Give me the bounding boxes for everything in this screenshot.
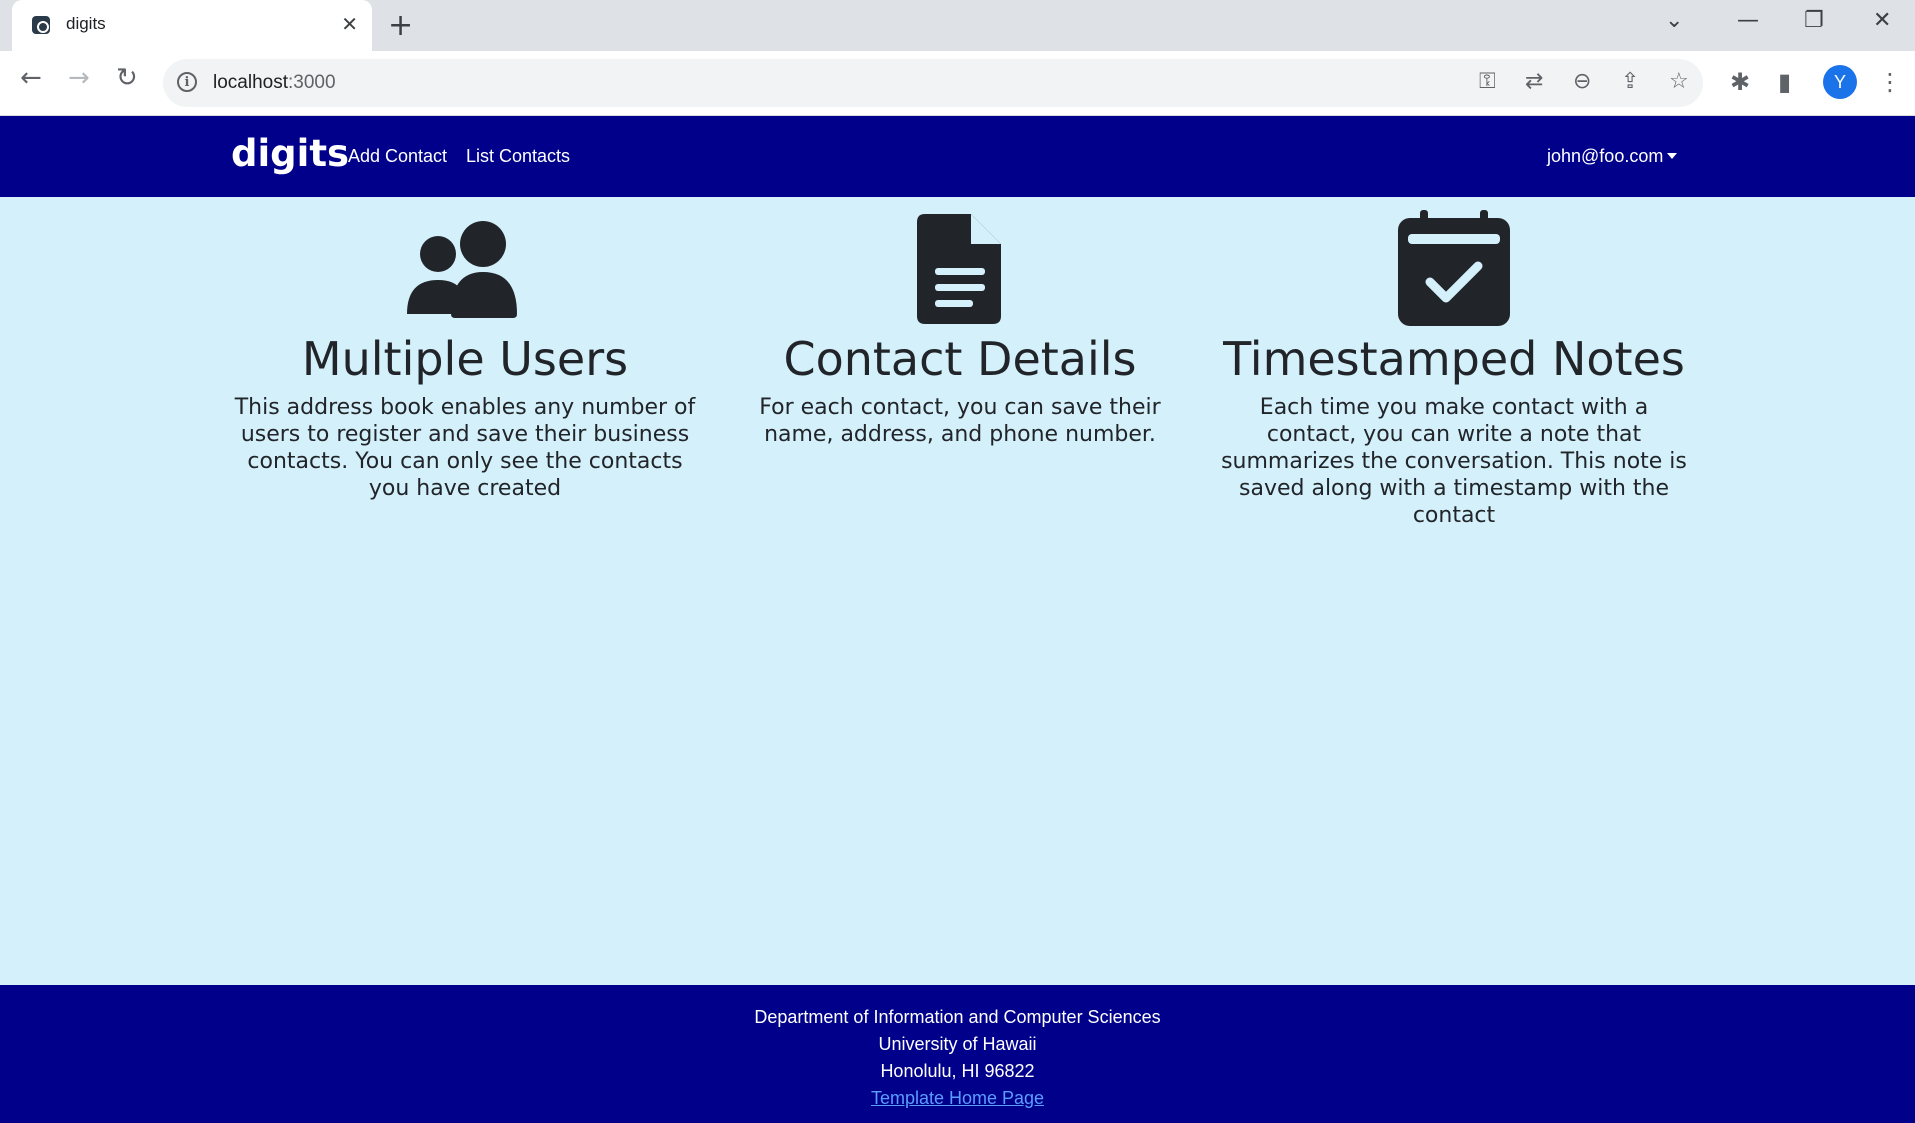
favicon-icon (32, 16, 50, 34)
user-dropdown[interactable]: john@foo.com (1547, 146, 1678, 167)
footer-address: Honolulu, HI 96822 (880, 1061, 1035, 1081)
feature-text: This address book enables any number of … (234, 395, 696, 501)
zoom-out-icon[interactable]: ⊖ (1573, 69, 1591, 94)
footer-university: University of Hawaii (878, 1034, 1037, 1054)
tab-search-icon[interactable]: ⌄ (1665, 8, 1683, 33)
feature-text: Each time you make contact with a contac… (1221, 395, 1687, 528)
profile-avatar[interactable]: Y (1823, 65, 1857, 99)
caret-down-icon (1667, 153, 1678, 159)
brand-logo[interactable]: digits (231, 132, 349, 175)
key-icon[interactable]: ⚿ (1479, 69, 1496, 94)
nav-list-contacts[interactable]: List Contacts (466, 146, 570, 167)
feature-contact-details: Contact Details For each contact, you ca… (725, 210, 1195, 448)
document-icon (917, 214, 1001, 324)
calendar-check-icon (1398, 210, 1510, 326)
bookmark-star-icon[interactable]: ☆ (1669, 69, 1689, 94)
browser-tab[interactable]: digits ✕ (12, 0, 372, 51)
feature-title: Timestamped Notes (1223, 332, 1685, 386)
page-footer: Department of Information and Computer S… (0, 985, 1915, 1123)
forward-icon[interactable]: → (68, 63, 90, 93)
footer-department: Department of Information and Computer S… (754, 1007, 1161, 1027)
feature-multiple-users: Multiple Users This address book enables… (230, 210, 700, 502)
minimize-button[interactable]: — (1737, 8, 1759, 33)
user-email: john@foo.com (1547, 146, 1664, 166)
nav-add-contact[interactable]: Add Contact (348, 146, 447, 167)
feature-timestamped-notes: Timestamped Notes Each time you make con… (1219, 210, 1689, 529)
tab-strip: digits ✕ + ⌄ — ❐ ✕ (0, 0, 1915, 51)
tab-title: digits (66, 14, 106, 33)
reload-icon[interactable]: ↻ (116, 63, 138, 93)
site-info-icon[interactable]: i (177, 72, 197, 92)
side-panel-icon[interactable]: ▮ (1778, 68, 1791, 96)
app-navbar: digits Add Contact List Contacts john@fo… (0, 116, 1915, 197)
back-icon[interactable]: ← (20, 63, 42, 93)
close-tab-icon[interactable]: ✕ (341, 12, 358, 36)
users-icon (407, 221, 517, 318)
address-bar[interactable]: i localhost:3000 ⚿ ⇄ ⊖ ⇪ ☆ (163, 59, 1703, 107)
browser-toolbar: ← → ↻ i localhost:3000 ⚿ ⇄ ⊖ ⇪ ☆ ✱ ▮ Y ⋮ (0, 51, 1915, 115)
restore-button[interactable]: ❐ (1804, 8, 1824, 33)
translate-icon[interactable]: ⇄ (1525, 69, 1543, 94)
feature-title: Contact Details (783, 332, 1137, 386)
feature-title: Multiple Users (301, 332, 629, 386)
close-window-button[interactable]: ✕ (1873, 8, 1891, 33)
extensions-icon[interactable]: ✱ (1730, 68, 1750, 96)
template-home-link[interactable]: Template Home Page (871, 1088, 1044, 1108)
feature-text: For each contact, you can save their nam… (759, 395, 1161, 447)
url-text[interactable]: localhost:3000 (213, 72, 336, 94)
menu-icon[interactable]: ⋮ (1878, 68, 1902, 96)
new-tab-button[interactable]: + (388, 8, 413, 43)
share-icon[interactable]: ⇪ (1621, 69, 1639, 94)
